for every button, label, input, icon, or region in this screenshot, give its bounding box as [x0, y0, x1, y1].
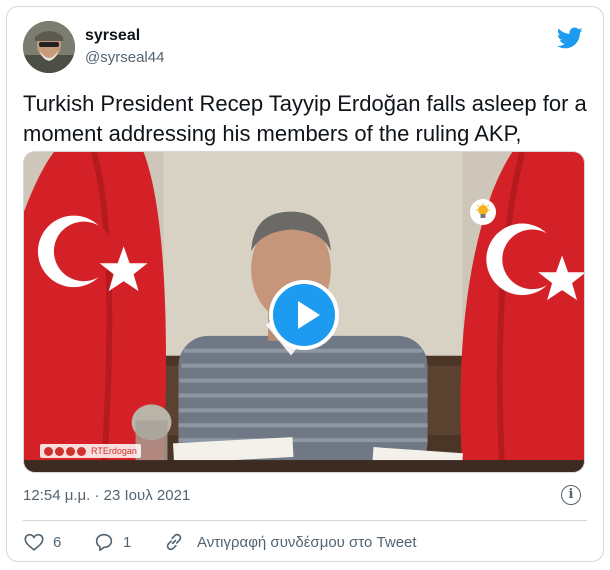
- like-button[interactable]: 6: [23, 531, 61, 553]
- tweet-card[interactable]: syrseal @syrseal44 Turkish President Rec…: [6, 6, 604, 562]
- lightbulb-icon: [470, 199, 496, 225]
- tweet-text: Turkish President Recep Tayyip Erdoğan f…: [23, 91, 587, 146]
- video-watermark: RTErdogan: [40, 444, 141, 458]
- reply-count: 1: [123, 533, 132, 551]
- social-icon: [66, 446, 75, 456]
- watermark-text: RTErdogan: [91, 446, 137, 456]
- copy-link-label: Αντιγραφή συνδέσμου στο Tweet: [197, 533, 417, 551]
- play-button[interactable]: [269, 280, 339, 350]
- reply-button[interactable]: 1: [93, 531, 131, 553]
- reply-icon: [95, 533, 113, 552]
- user-handle[interactable]: @syrseal44: [85, 49, 164, 66]
- social-icon: [55, 446, 64, 456]
- social-icon: [44, 446, 53, 456]
- heart-icon: [24, 533, 44, 551]
- tweet-timestamp[interactable]: 12:54 μ.μ. · 23 Ιουλ 2021: [23, 487, 190, 504]
- tweet-actions: 6 1 Αντιγραφή συνδέσμου στο Tweet: [23, 527, 587, 557]
- user-name[interactable]: syrseal: [85, 27, 140, 45]
- video-player[interactable]: RTErdogan: [23, 151, 585, 473]
- info-icon[interactable]: i: [561, 485, 581, 505]
- like-count: 6: [53, 533, 62, 551]
- link-icon: [166, 533, 182, 551]
- avatar[interactable]: [23, 21, 75, 73]
- play-icon: [298, 301, 320, 329]
- divider: [23, 520, 587, 521]
- copy-link-button[interactable]: Αντιγραφή συνδέσμου στο Tweet: [163, 531, 417, 553]
- social-icon: [77, 446, 86, 456]
- twitter-bird-icon[interactable]: [557, 25, 583, 51]
- timestamp-row: 12:54 μ.μ. · 23 Ιουλ 2021 i: [23, 485, 587, 509]
- tweet-header: syrseal @syrseal44: [23, 21, 587, 79]
